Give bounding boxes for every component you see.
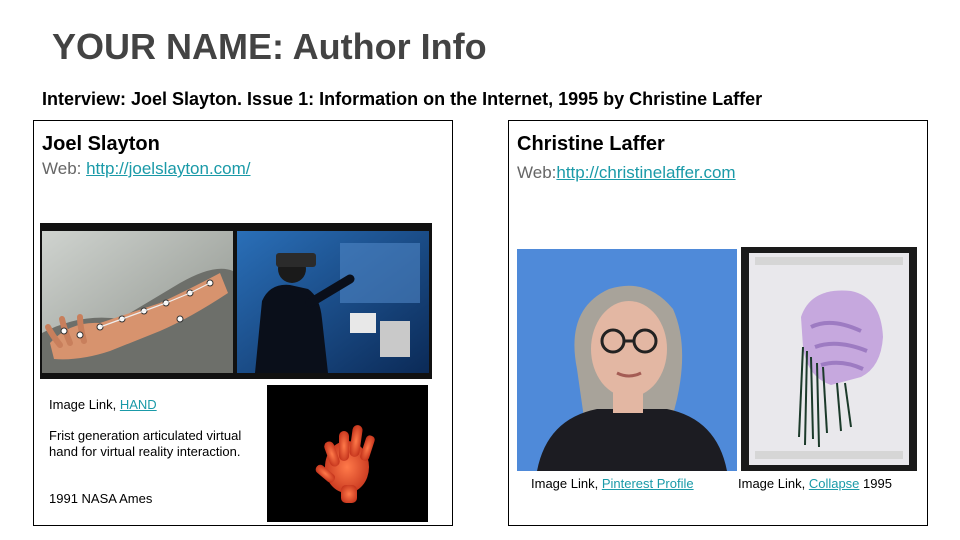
collapse-caption: Image Link, Collapse 1995 bbox=[738, 476, 892, 492]
portrait-caption: Image Link, Pinterest Profile bbox=[531, 476, 694, 492]
vr-hand-and-user-photo bbox=[40, 223, 432, 379]
portrait-photo bbox=[517, 249, 737, 471]
hand-image-caption: Image Link, HAND bbox=[49, 397, 157, 413]
caption-year: 1995 bbox=[859, 476, 892, 491]
web-label: Web: bbox=[517, 163, 557, 182]
page-subtitle: Interview: Joel Slayton. Issue 1: Inform… bbox=[42, 89, 763, 109]
author-card-joel-slayton: Joel Slayton Web: http://joelslayton.com… bbox=[33, 120, 453, 526]
caption-prefix: Image Link, bbox=[531, 476, 602, 491]
author-web: Web:http://christinelaffer.com bbox=[517, 163, 736, 183]
author-name: Joel Slayton bbox=[42, 133, 160, 155]
author-web: Web: http://joelslayton.com/ bbox=[42, 159, 251, 179]
web-label: Web: bbox=[42, 159, 87, 178]
hand-credit: 1991 NASA Ames bbox=[49, 491, 153, 506]
caption-prefix: Image Link, bbox=[738, 476, 809, 491]
caption-prefix: Image Link, bbox=[49, 397, 120, 412]
author-web-link[interactable]: http://christinelaffer.com bbox=[556, 163, 735, 182]
author-web-link[interactable]: http://joelslayton.com/ bbox=[86, 159, 250, 178]
collapse-artwork-photo bbox=[741, 247, 917, 471]
author-card-christine-laffer: Christine Laffer Web:http://christinelaf… bbox=[508, 120, 928, 526]
pinterest-profile-link[interactable]: Pinterest Profile bbox=[602, 476, 694, 491]
author-name: Christine Laffer bbox=[517, 133, 665, 155]
collapse-link[interactable]: Collapse bbox=[809, 476, 860, 491]
hand-description: Frist generation articulated virtual han… bbox=[49, 428, 242, 459]
page-title: YOUR NAME: Author Info bbox=[52, 26, 487, 67]
hand-image-link[interactable]: HAND bbox=[120, 397, 157, 412]
virtual-hand-render bbox=[267, 385, 428, 522]
